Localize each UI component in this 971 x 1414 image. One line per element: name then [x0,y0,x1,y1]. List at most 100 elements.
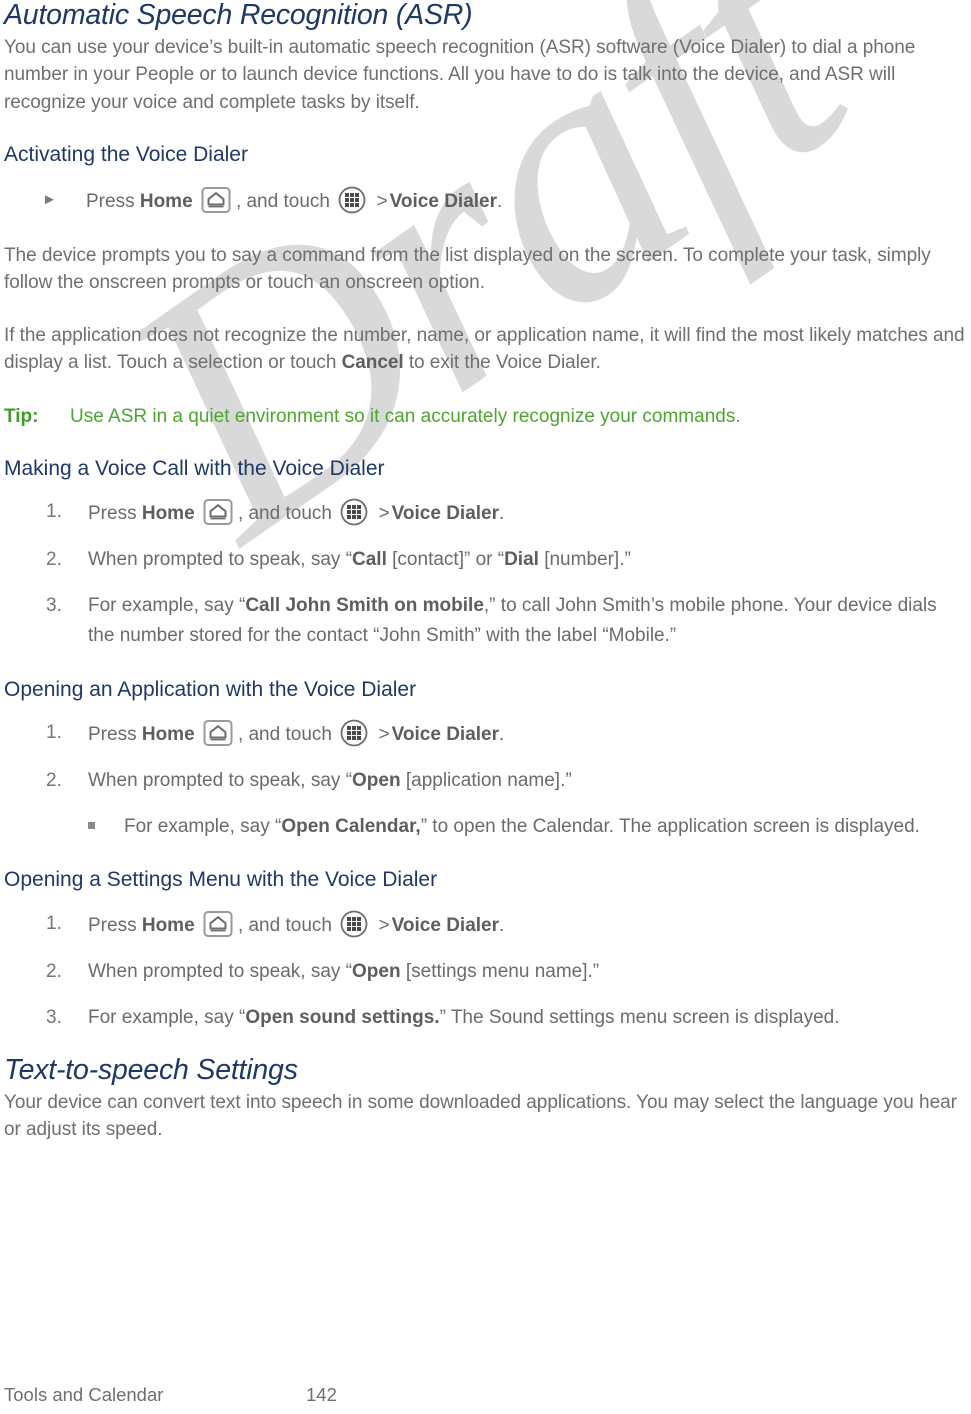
heading-text-to-speech: Text-to-speech Settings [4,1053,298,1086]
page-footer: Tools and Calendar 142 [0,1384,971,1406]
list-item: 3. For example, say “Open sound settings… [4,1003,965,1033]
footer-chapter-label: Tools and Calendar [4,1384,164,1405]
footer-page-number: 142 [306,1384,337,1405]
apps-grid-icon [339,718,369,748]
heading-making-voice-call: Making a Voice Call with the Voice Diale… [4,457,385,481]
text-part: ” to open the Calendar. The application … [420,816,920,838]
step-text: Press Home , and touch > Voice Dialer. [88,718,965,750]
chevron-separator: > [378,724,390,746]
page-title: Automatic Speech Recognition (ASR) [4,0,473,31]
text-part: When prompted to speak, say “ [88,549,353,571]
activating-paragraph-2: If the application does not recognize th… [4,322,965,377]
apps-grid-icon [337,185,367,215]
home-label: Home [141,914,195,936]
tip-label: Tip: [4,405,39,427]
list-item: 1. Press Home , and touch > Voice Dialer. [4,497,965,529]
list-number: 1. [46,722,62,744]
voice-dialer-label: Voice Dialer [391,503,500,525]
home-key-icon [200,186,234,214]
period: . [499,503,505,525]
voice-call-steps-list: 1. Press Home , and touch > Voice Dialer.… [4,497,965,651]
text-part: [contact]” or “ [386,549,505,571]
step-text: When prompted to speak, say “Call [conta… [88,545,965,575]
list-item: 2. When prompted to speak, say “Open [ap… [4,766,965,796]
apps-grid-icon [339,497,369,527]
heading-opening-settings-menu: Opening a Settings Menu with the Voice D… [4,868,438,892]
list-number: 2. [46,549,62,571]
list-item: For example, say “Open Calendar,” to ope… [4,812,965,841]
list-number: 3. [46,1006,62,1028]
heading-activating-voice-dialer: Activating the Voice Dialer [4,143,248,167]
square-bullet-icon [88,812,124,841]
text-part: [application name].” [400,770,572,792]
voice-dialer-label: Voice Dialer [391,724,500,746]
step-text: For example, say “Call John Smith on mob… [88,591,965,651]
tip-text: Use ASR in a quiet environment so it can… [70,405,741,427]
home-label: Home [141,724,195,746]
call-john-smith-keyword: Call John Smith on mobile [245,595,484,617]
home-key-icon [202,910,236,938]
list-number: 2. [46,770,62,792]
call-keyword: Call [352,549,387,571]
home-key-icon [202,719,236,747]
step-text: Press Home , and touch > Voice Dialer. [88,497,965,529]
asr-intro-paragraph: You can use your device’s built-in autom… [4,36,916,113]
and-touch-label: , and touch [237,914,332,936]
and-touch-label: , and touch [235,190,330,212]
step-text: When prompted to speak, say “Open [setti… [88,957,965,987]
heading-opening-application: Opening an Application with the Voice Di… [4,678,417,702]
open-application-sub-list: For example, say “Open Calendar,” to ope… [4,812,965,841]
arrow-bullet-icon: ► [42,190,57,208]
period: . [499,724,505,746]
activating-paragraph-1: The device prompts you to say a command … [4,244,931,294]
home-label: Home [139,190,193,212]
list-number: 3. [46,595,62,617]
chevron-separator: > [378,503,390,525]
list-item: 3. For example, say “Call John Smith on … [4,591,965,651]
open-calendar-keyword: Open Calendar, [281,816,421,838]
text-part: ” The Sound settings menu screen is disp… [439,1006,840,1028]
document-page: Automatic Speech Recognition (ASR) You c… [0,0,971,1144]
text-part: When prompted to speak, say “ [88,960,353,982]
open-sound-settings-keyword: Open sound settings. [245,1006,440,1028]
step-text: Press Home , and touch > Voice Dialer. [88,909,965,941]
and-touch-label: , and touch [237,724,332,746]
list-item: 2. When prompted to speak, say “Open [se… [4,957,965,987]
tts-intro-paragraph: Your device can convert text into speech… [4,1091,957,1141]
text-part: For example, say “ [88,1006,246,1028]
text-part: [settings menu name].” [400,960,600,982]
list-item: ► Press Home , and touch > Voice Dialer. [4,185,965,217]
activating-steps-list: ► Press Home , and touch > Voice Dialer. [4,185,965,217]
press-label: Press [88,503,137,525]
list-item: 1. Press Home , and touch > Voice Dialer. [4,909,965,941]
dial-keyword: Dial [504,549,539,571]
list-item: 1. Press Home , and touch > Voice Dialer. [4,718,965,750]
chevron-separator: > [376,190,388,212]
open-application-steps-list: 1. Press Home , and touch > Voice Dialer.… [4,718,965,796]
press-label: Press [86,190,135,212]
home-key-icon [202,498,236,526]
press-label: Press [88,914,137,936]
list-number: 1. [46,501,62,523]
list-item: 2. When prompted to speak, say “Call [co… [4,545,965,575]
voice-dialer-label: Voice Dialer [389,190,498,212]
list-number: 1. [46,912,62,934]
tip-callout: Tip: Use ASR in a quiet environment so i… [4,403,965,431]
voice-dialer-label: Voice Dialer [391,914,500,936]
sub-step-text: For example, say “Open Calendar,” to ope… [124,812,920,841]
step-text: When prompted to speak, say “Open [appli… [88,766,965,796]
period: . [499,914,505,936]
text-part: [number].” [538,549,631,571]
period: . [497,190,503,212]
open-settings-steps-list: 1. Press Home , and touch > Voice Dialer.… [4,909,965,1033]
text-part: For example, say “ [124,816,282,838]
open-keyword: Open [352,770,401,792]
cancel-label: Cancel [341,352,404,374]
text-part: For example, say “ [88,595,246,617]
list-number: 2. [46,960,62,982]
text-part: When prompted to speak, say “ [88,770,353,792]
para2-part-c: to exit the Voice Dialer. [403,352,601,374]
home-label: Home [141,503,195,525]
press-label: Press [88,724,137,746]
open-keyword: Open [352,960,401,982]
